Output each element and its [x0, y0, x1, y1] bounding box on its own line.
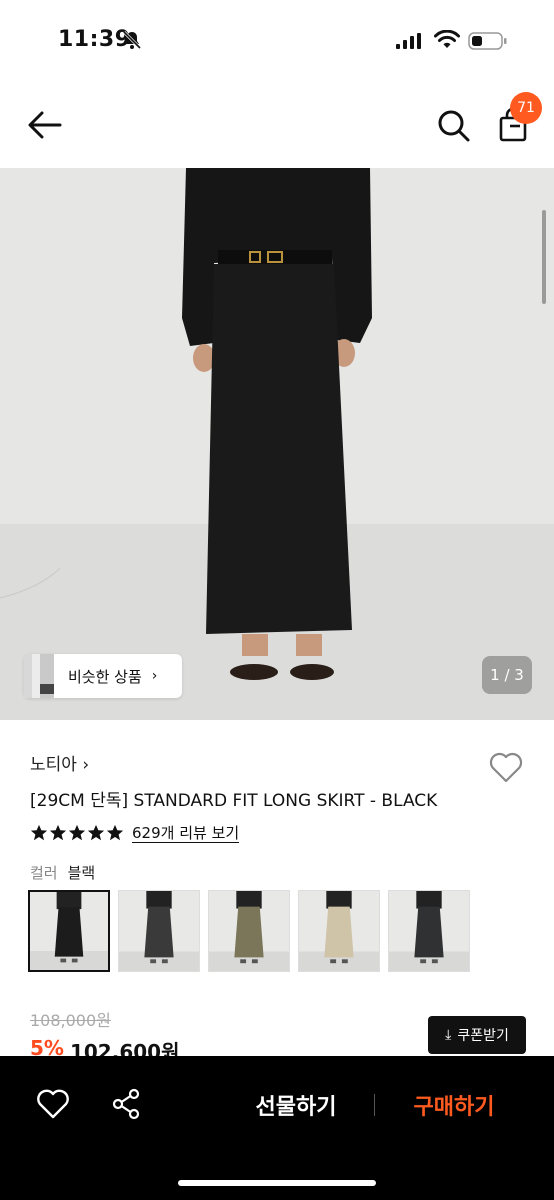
color-thumbnail-black[interactable]	[28, 890, 110, 972]
bottom-action-bar: 선물하기 구매하기	[0, 1056, 554, 1200]
rating-stars	[30, 824, 124, 842]
download-icon: ⤓	[445, 1027, 452, 1043]
thumbnail-image	[119, 891, 199, 971]
cellular-signal-icon	[396, 33, 421, 49]
chevron-right-icon: ›	[151, 668, 158, 684]
color-thumbnail-beige[interactable]	[298, 890, 380, 972]
status-bar: 11:39	[0, 0, 554, 80]
price-row: 5% 102,600원	[30, 1036, 179, 1058]
color-thumbnail-charcoal[interactable]	[118, 890, 200, 972]
battery-icon	[468, 32, 507, 50]
heart-icon[interactable]	[36, 1088, 70, 1120]
cart-count-badge: 71	[510, 92, 542, 124]
thumbnail-image	[389, 891, 469, 971]
image-page-indicator: 1 / 3	[482, 656, 532, 694]
thumbnail-image	[30, 892, 108, 970]
thumbnail-image	[299, 891, 379, 971]
coupon-label: 쿠폰받기	[457, 1028, 509, 1044]
similar-products-label: 비슷한 상품	[68, 667, 142, 686]
back-arrow-icon[interactable]	[26, 108, 64, 142]
discount-rate: 5%	[30, 1036, 64, 1058]
rating-row: 629개 리뷰 보기	[30, 822, 240, 844]
star-icon	[68, 824, 86, 841]
brand-link[interactable]: 노티아 ›	[30, 750, 89, 775]
color-thumbnail-dark-grey[interactable]	[388, 890, 470, 972]
status-time: 11:39	[58, 27, 131, 52]
color-option: 컬러 블랙	[30, 862, 95, 883]
heart-icon[interactable]	[488, 750, 524, 784]
review-link[interactable]: 629개 리뷰 보기	[132, 824, 240, 843]
star-icon	[106, 824, 124, 841]
product-photo	[0, 168, 554, 720]
option-label: 컬러	[30, 864, 58, 882]
bell-off-icon	[122, 30, 142, 50]
color-thumbnail-khaki[interactable]	[208, 890, 290, 972]
home-indicator	[178, 1180, 376, 1186]
similar-thumbnails-icon	[24, 654, 54, 698]
star-icon	[87, 824, 105, 841]
product-image[interactable]	[0, 168, 554, 720]
share-icon[interactable]	[110, 1088, 142, 1120]
top-navigation: 71	[0, 80, 554, 168]
coupon-button[interactable]: ⤓ 쿠폰받기	[428, 1016, 526, 1054]
sale-price: 102,600원	[69, 1040, 180, 1058]
option-value: 블랙	[67, 864, 96, 882]
divider	[374, 1094, 375, 1116]
color-thumbnails	[28, 890, 470, 972]
product-title: [29CM 단독] STANDARD FIT LONG SKIRT - BLAC…	[30, 791, 438, 811]
wifi-icon	[434, 30, 460, 48]
star-icon	[30, 824, 48, 841]
original-price: 108,000원	[30, 1011, 111, 1030]
scrollbar[interactable]	[542, 210, 546, 304]
thumbnail-image	[209, 891, 289, 971]
gift-button[interactable]: 선물하기	[240, 1088, 352, 1122]
buy-button[interactable]: 구매하기	[398, 1088, 510, 1122]
star-icon	[49, 824, 67, 841]
search-icon[interactable]	[436, 108, 472, 144]
